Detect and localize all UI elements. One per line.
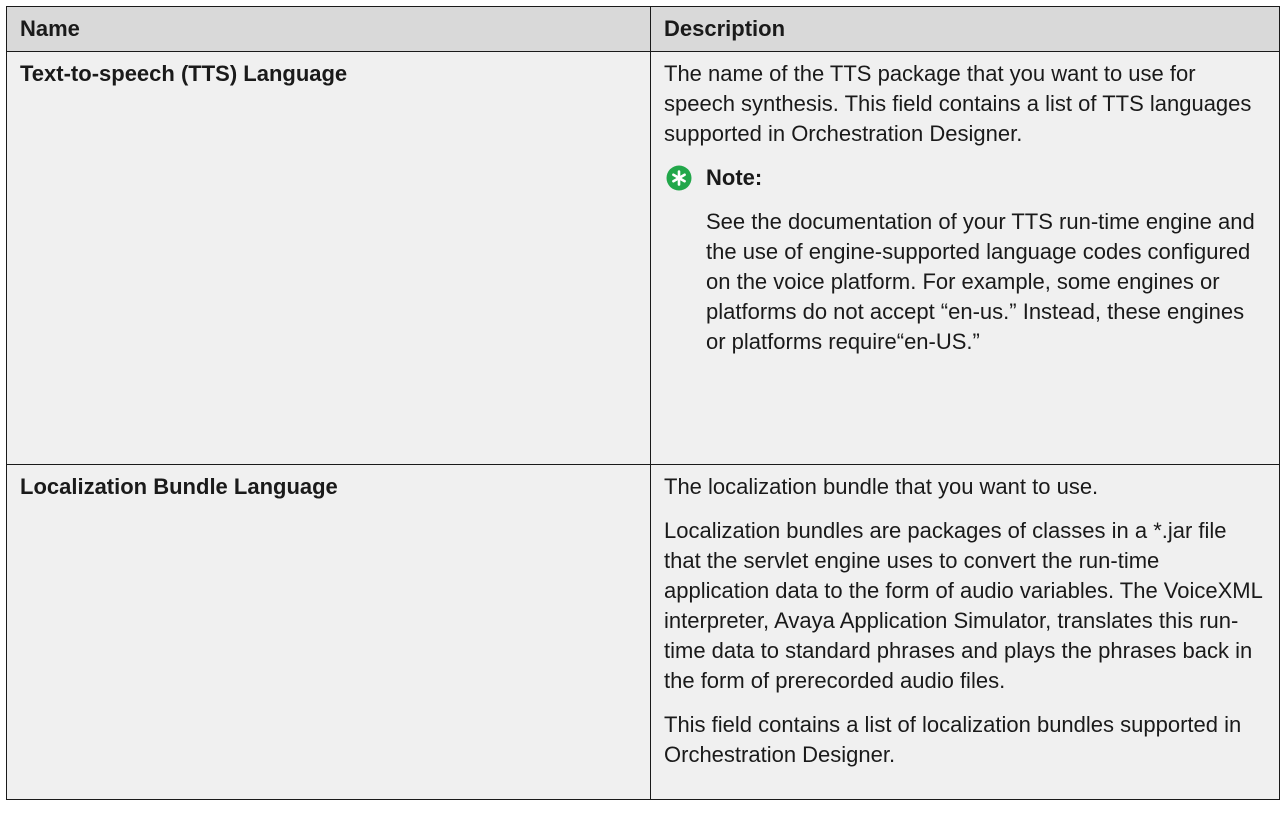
table-row: Text-to-speech (TTS) Language The name o…	[6, 51, 1280, 465]
table-header-row: Name Description	[6, 6, 1280, 52]
note-text: See the documentation of your TTS run-ti…	[706, 209, 1255, 354]
description-paragraph: The name of the TTS package that you wan…	[664, 61, 1252, 146]
table-row: Localization Bundle Language The localiz…	[6, 464, 1280, 800]
column-header-name: Name	[6, 6, 651, 52]
column-header-description: Description	[650, 6, 1280, 52]
description-paragraph: The localization bundle that you want to…	[664, 474, 1099, 499]
parameters-table: Name Description Text-to-speech (TTS) La…	[6, 6, 1280, 800]
description-paragraph: This field contains a list of localizati…	[664, 712, 1242, 767]
note-label: Note:	[706, 165, 763, 190]
note-header: Note:	[664, 163, 1266, 193]
row-name-tts-language: Text-to-speech (TTS) Language	[6, 51, 651, 465]
asterisk-note-icon	[666, 165, 692, 191]
note-block: Note: See the documentation of your TTS …	[664, 163, 1266, 357]
row-description-tts-language: The name of the TTS package that you wan…	[650, 51, 1280, 465]
row-name-localization-bundle-language: Localization Bundle Language	[6, 464, 651, 800]
row-description-localization-bundle-language: The localization bundle that you want to…	[650, 464, 1280, 800]
description-paragraph: Localization bundles are packages of cla…	[664, 518, 1263, 693]
